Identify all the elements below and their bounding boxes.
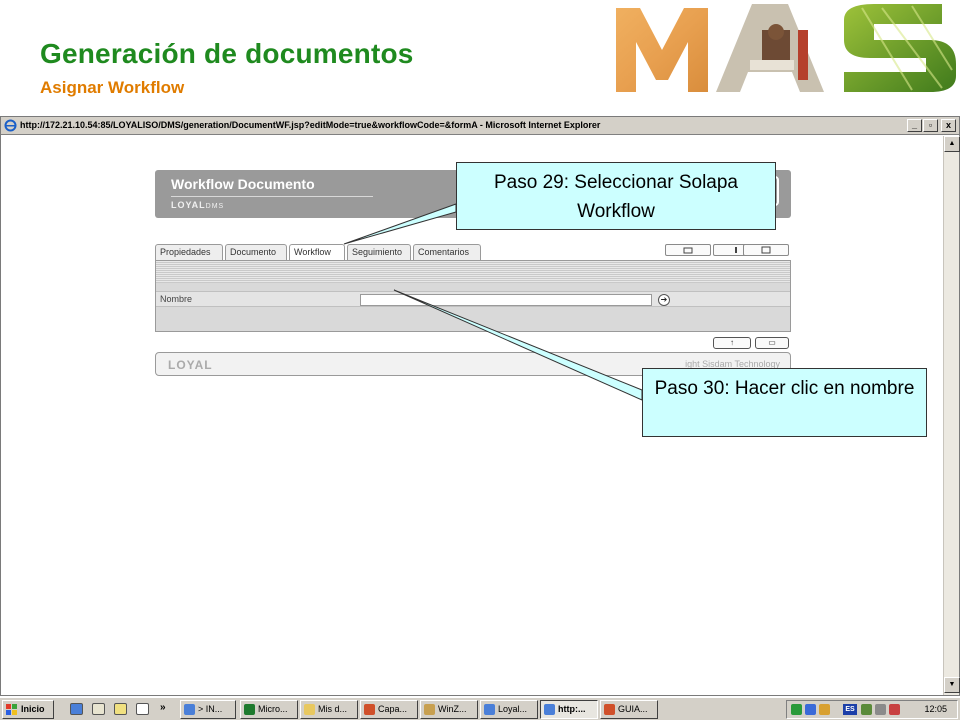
security-icon[interactable] — [889, 704, 900, 715]
title-divider — [171, 196, 373, 197]
outlook-icon[interactable] — [92, 703, 105, 715]
ie-icon — [4, 119, 17, 132]
powerpoint-icon — [604, 704, 615, 715]
tab-seguimiento[interactable]: Seguimiento — [347, 244, 411, 260]
start-label: Inicio — [21, 704, 45, 714]
folder-icon — [304, 704, 315, 715]
task-button[interactable]: Capa... — [360, 700, 418, 719]
callout-step-30: Paso 30: Hacer clic en nombre — [642, 368, 927, 437]
task-button[interactable]: Micro... — [240, 700, 298, 719]
task-label: http:... — [558, 704, 586, 714]
quick-launch-more[interactable]: » — [160, 702, 166, 713]
tab-propiedades[interactable]: Propiedades — [155, 244, 223, 260]
antivirus-icon[interactable] — [819, 704, 830, 715]
callout-step-29: Paso 29: Seleccionar Solapa Workflow — [456, 162, 776, 230]
tab-workflow[interactable]: Workflow — [289, 244, 345, 260]
task-button-active[interactable]: http:... — [540, 700, 598, 719]
task-label: GUIA... — [618, 704, 648, 714]
logo-suffix: DMS — [205, 203, 225, 210]
name-input[interactable] — [360, 294, 652, 306]
print-icon — [683, 247, 693, 254]
task-label: WinZ... — [438, 704, 467, 714]
excel-icon — [244, 704, 255, 715]
arrow-right-icon[interactable]: ➔ — [658, 294, 670, 306]
brand-banner-image — [612, 0, 960, 96]
search-icon[interactable] — [114, 703, 127, 715]
scroll-top-button[interactable]: ↑ — [713, 337, 751, 349]
info-icon — [735, 247, 737, 253]
winzip-icon — [424, 704, 435, 715]
footer-logo: LOYAL — [168, 358, 213, 372]
clock: 12:05 — [924, 704, 947, 714]
name-row: Nombre ➔ — [156, 291, 790, 307]
toolbar-save-button[interactable] — [743, 244, 789, 256]
notepad-icon[interactable] — [136, 703, 149, 715]
tab-documento[interactable]: Documento — [225, 244, 287, 260]
powerpoint-icon — [364, 704, 375, 715]
task-label: Micro... — [258, 704, 288, 714]
task-button[interactable]: WinZ... — [420, 700, 478, 719]
task-label: Loyal... — [498, 704, 528, 714]
minimize-button[interactable]: _ — [907, 119, 922, 132]
toolbar-print-button[interactable] — [665, 244, 711, 256]
scroll-down-icon[interactable]: ▼ — [944, 677, 960, 693]
task-button[interactable]: > IN... — [180, 700, 236, 719]
slide-subtitle: Asignar Workflow — [40, 78, 185, 97]
form-header-stripe — [156, 261, 790, 283]
slide-title: Generación de documentos — [40, 38, 414, 69]
window-title: http://172.21.10.54:85/LOYALISO/DMS/gene… — [20, 120, 601, 130]
scroll-up-icon[interactable]: ▲ — [944, 136, 960, 152]
system-tray: ES 12:05 — [786, 700, 958, 719]
windows-logo-icon — [6, 704, 18, 715]
printer-icon[interactable] — [861, 704, 872, 715]
messenger-icon[interactable] — [805, 704, 816, 715]
workflow-form: Nombre ➔ — [155, 260, 791, 332]
name-label: Nombre — [160, 294, 193, 304]
tab-comentarios[interactable]: Comentarios — [413, 244, 481, 260]
task-button[interactable]: Loyal... — [480, 700, 538, 719]
ie-icon[interactable] — [70, 703, 83, 715]
network-icon[interactable] — [791, 704, 802, 715]
taskbar: Inicio » > IN... Micro... Mis d... Capa.… — [0, 697, 960, 720]
ie-icon — [544, 704, 555, 715]
task-label: Capa... — [378, 704, 408, 714]
ie-icon — [484, 704, 495, 715]
task-button[interactable]: Mis d... — [300, 700, 358, 719]
logo-text: LOYAL — [171, 200, 206, 210]
loyal-dms-logo: LOYALDMS — [171, 200, 224, 210]
save-icon — [761, 246, 771, 254]
maximize-button[interactable]: ▫ — [923, 119, 938, 132]
start-button[interactable]: Inicio — [2, 700, 54, 719]
language-indicator[interactable]: ES — [843, 704, 857, 715]
task-label: Mis d... — [318, 704, 348, 714]
volume-icon[interactable] — [875, 704, 886, 715]
task-label: > IN... — [198, 704, 223, 714]
task-button[interactable]: GUIA... — [600, 700, 658, 719]
ie-icon — [184, 704, 195, 715]
panel-title: Workflow Documento — [171, 176, 315, 192]
close-button[interactable]: x — [941, 119, 956, 132]
save-button[interactable]: ▭ — [755, 337, 789, 349]
vertical-scrollbar[interactable]: ▲ ▼ — [943, 136, 960, 695]
browser-titlebar: http://172.21.10.54:85/LOYALISO/DMS/gene… — [1, 117, 959, 135]
